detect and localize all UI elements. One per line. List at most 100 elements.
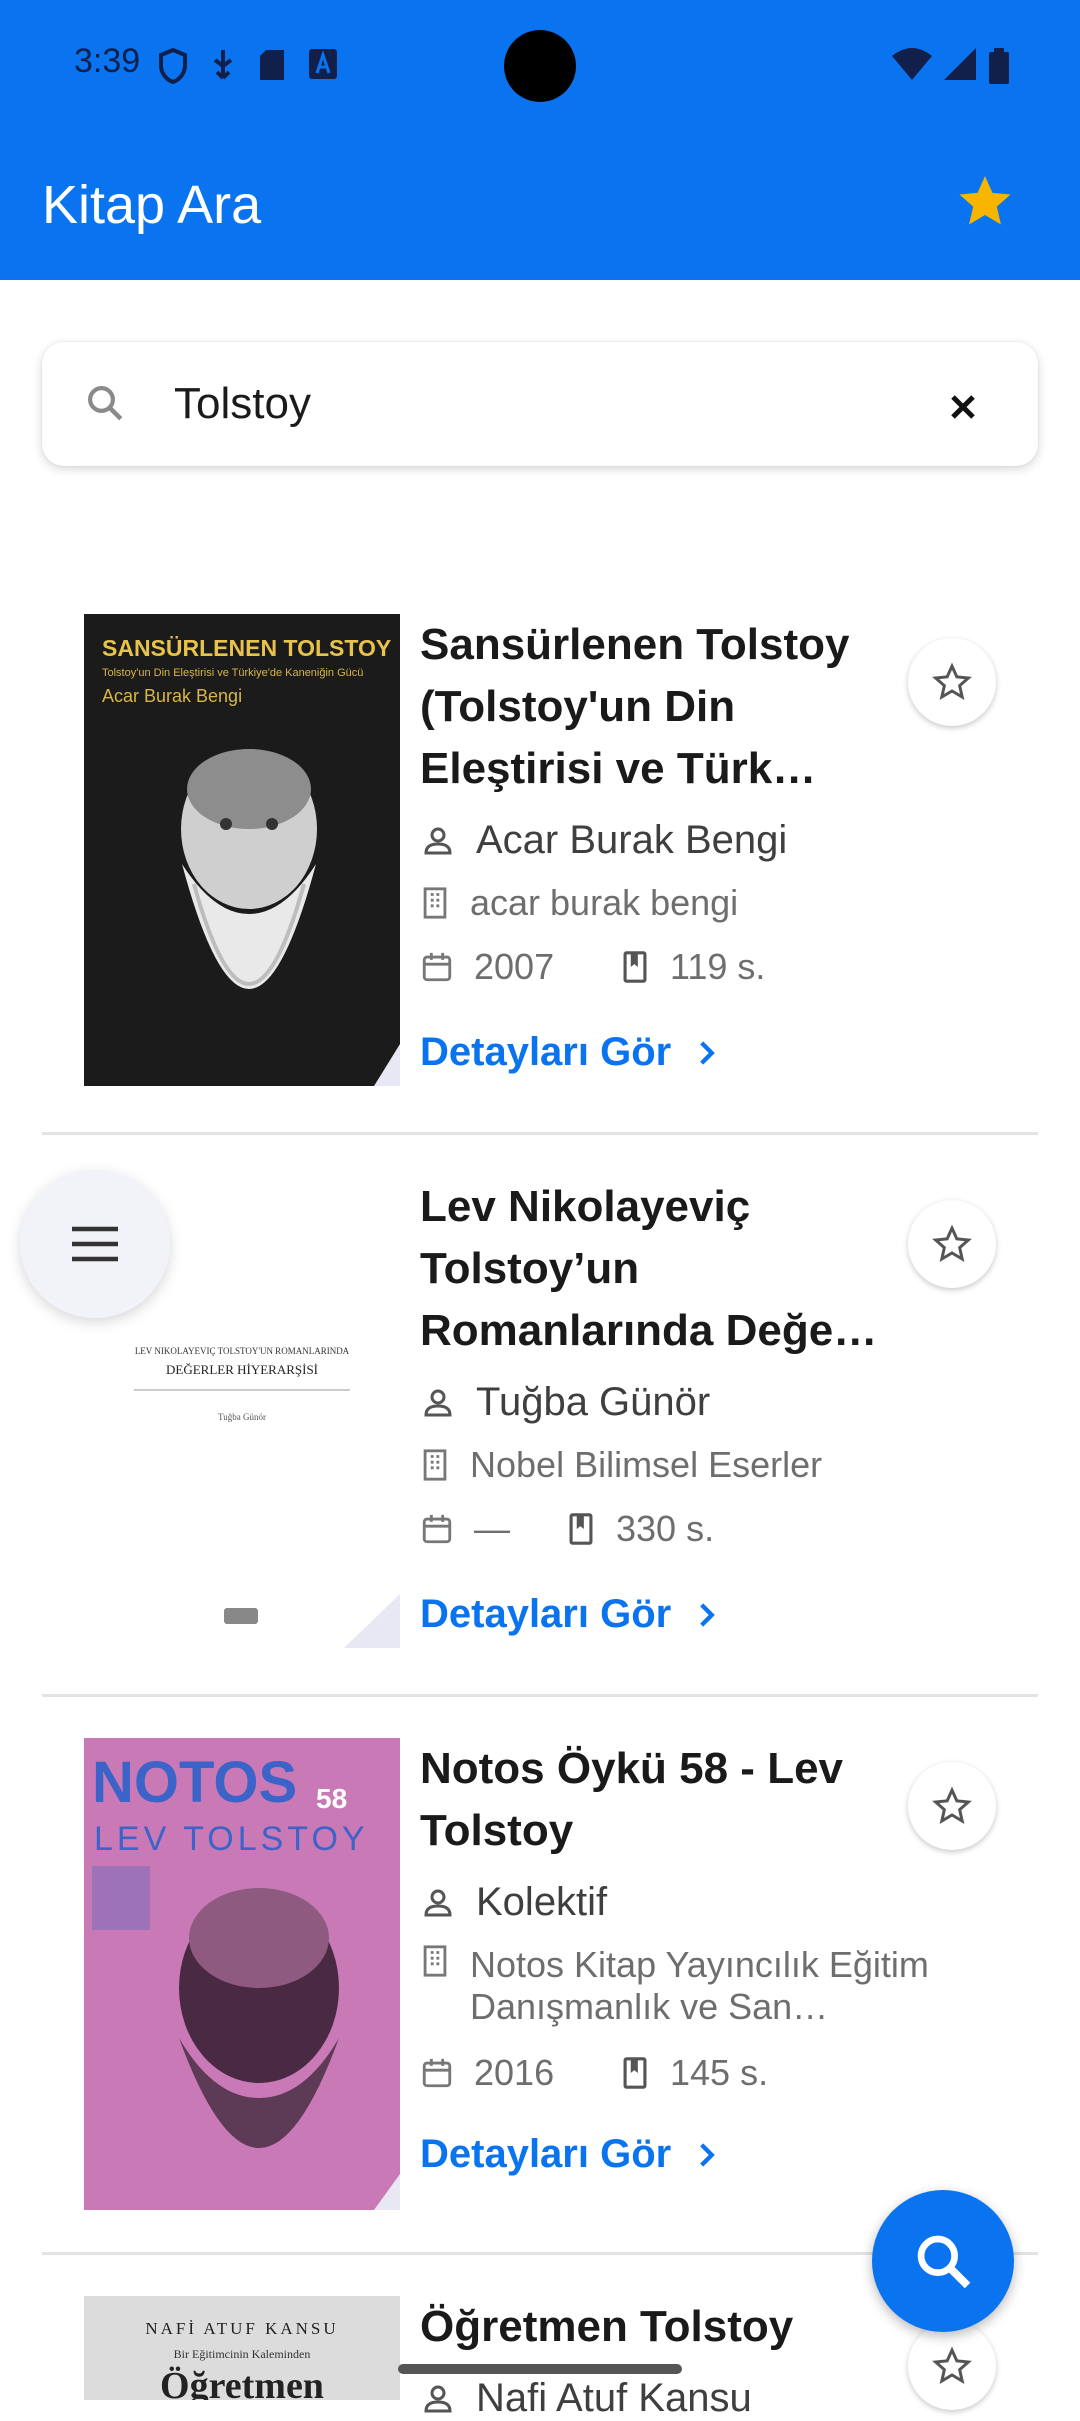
book-author: Nafi Atuf Kansu bbox=[420, 2376, 752, 2421]
author-name: Kolektif bbox=[476, 1880, 608, 1924]
book-pages: 145 s. bbox=[620, 2052, 768, 2094]
book-icon bbox=[623, 951, 647, 983]
book-year: 2016 bbox=[420, 2052, 554, 2094]
cover-portrait-image: NOTOS 58 LEV TOLSTOY bbox=[84, 1738, 400, 2210]
building-icon bbox=[423, 1449, 447, 1481]
publish-year: 2016 bbox=[474, 2052, 555, 2093]
chevron-right-icon bbox=[700, 1040, 716, 1065]
divider bbox=[42, 1132, 1038, 1135]
cover-title: Öğretmen bbox=[160, 2365, 324, 2400]
menu-button[interactable] bbox=[20, 1170, 170, 1318]
person-icon bbox=[424, 1389, 452, 1416]
search-input[interactable] bbox=[174, 370, 934, 438]
view-details-link[interactable]: Detayları Gör bbox=[420, 1592, 716, 1637]
calendar-icon bbox=[422, 1514, 452, 1544]
app-bar: Kitap Ara bbox=[0, 130, 1080, 280]
book-author: Acar Burak Bengi bbox=[420, 818, 787, 863]
author-name: Nafi Atuf Kansu bbox=[476, 2376, 752, 2420]
font-a-icon bbox=[309, 49, 337, 79]
star-outline-icon bbox=[932, 662, 972, 701]
favorite-toggle-button[interactable] bbox=[908, 1762, 996, 1850]
cover-author: NAFİ ATUF KANSU bbox=[145, 2319, 338, 2338]
chevron-right-icon bbox=[700, 2142, 716, 2167]
wifi-icon bbox=[892, 48, 932, 80]
book-title[interactable]: Lev Nikolayeviç Tolstoy’un Romanlarında … bbox=[420, 1176, 900, 1362]
calendar-icon bbox=[422, 952, 452, 982]
book-icon bbox=[623, 2057, 647, 2089]
book-title[interactable]: Öğretmen Tolstoy bbox=[420, 2296, 900, 2358]
view-details-label: Detayları Gör bbox=[420, 1030, 672, 1074]
favorites-button[interactable] bbox=[956, 174, 1014, 235]
status-bar: 3:39 bbox=[0, 0, 1080, 130]
divider bbox=[42, 1694, 1038, 1697]
star-outline-icon bbox=[932, 1786, 972, 1825]
usb-debug-icon bbox=[213, 50, 233, 80]
close-icon bbox=[951, 395, 975, 419]
home-indicator[interactable] bbox=[398, 2364, 682, 2374]
calendar-icon bbox=[422, 2058, 452, 2088]
book-cover[interactable]: SANSÜRLENEN TOLSTOY Tolstoy'un Din Eleşt… bbox=[84, 614, 400, 1086]
building-icon bbox=[423, 887, 447, 919]
book-author: Tuğba Günör bbox=[420, 1380, 710, 1425]
publisher-name: acar burak bengi bbox=[470, 882, 739, 923]
page-title: Kitap Ara bbox=[42, 175, 262, 235]
book-cover[interactable]: NOTOS 58 LEV TOLSTOY bbox=[84, 1738, 400, 2210]
book-pages: 119 s. bbox=[620, 946, 765, 988]
status-icons-right bbox=[892, 48, 1010, 84]
search-fab-button[interactable] bbox=[872, 2190, 1014, 2332]
book-pages: 330 s. bbox=[566, 1508, 714, 1550]
cover-number: 58 bbox=[316, 1783, 347, 1814]
person-icon bbox=[424, 2385, 452, 2412]
battery-icon bbox=[989, 48, 1009, 84]
cover-author: Tuğba Günör bbox=[218, 1412, 266, 1422]
clear-search-button[interactable] bbox=[950, 394, 976, 425]
cover-subtitle: DEĞERLER HİYERARŞİSİ bbox=[166, 1362, 318, 1377]
publish-year: — bbox=[474, 1508, 510, 1549]
cover-subtitle: Tolstoy'un Din Eleştirisi ve Türkiye'de … bbox=[102, 667, 363, 679]
star-filled-icon bbox=[959, 176, 1011, 225]
search-icon bbox=[917, 2235, 971, 2289]
author-name: Tuğba Günör bbox=[476, 1380, 711, 1424]
book-title[interactable]: Notos Öykü 58 - Lev Tolstoy bbox=[420, 1738, 900, 1862]
cover-title: SANSÜRLENEN TOLSTOY bbox=[102, 635, 391, 661]
publisher-name: Nobel Bilimsel Eserler bbox=[470, 1444, 823, 1485]
cover-title: LEV NIKOLAYEVIÇ TOLSTOY'UN ROMANLARINDA bbox=[135, 1346, 350, 1356]
status-icons-left bbox=[158, 48, 338, 84]
book-cover[interactable]: NAFİ ATUF KANSU Bir Eğitimcinin Kalemind… bbox=[84, 2296, 400, 2400]
view-details-label: Detayları Gör bbox=[420, 2132, 672, 2176]
cover-subtitle: LEV TOLSTOY bbox=[94, 1820, 369, 1858]
cover-subtitle: Bir Eğitimcinin Kaleminden bbox=[174, 2347, 311, 2361]
cover-image: NAFİ ATUF KANSU Bir Eğitimcinin Kalemind… bbox=[84, 2296, 400, 2400]
view-details-link[interactable]: Detayları Gör bbox=[420, 1030, 716, 1075]
view-details-link[interactable]: Detayları Gör bbox=[420, 2132, 716, 2177]
search-bar bbox=[42, 342, 1038, 466]
favorite-toggle-button[interactable] bbox=[908, 1200, 996, 1288]
favorite-toggle-button[interactable] bbox=[908, 2322, 996, 2410]
signal-icon bbox=[944, 48, 976, 80]
book-title[interactable]: Sansürlenen Tolstoy (Tolstoy'un Din Eleş… bbox=[420, 614, 900, 800]
page-count: 330 s. bbox=[616, 1508, 715, 1549]
person-icon bbox=[424, 1889, 452, 1916]
book-year: 2007 bbox=[420, 946, 554, 988]
page-count: 145 s. bbox=[670, 2052, 769, 2093]
status-time: 3:39 bbox=[74, 42, 141, 80]
star-outline-icon bbox=[932, 1224, 972, 1263]
cover-title: NOTOS bbox=[92, 1750, 297, 1815]
book-year: — bbox=[420, 1508, 510, 1550]
building-icon bbox=[423, 1945, 447, 1977]
book-publisher: Notos Kitap Yayıncılık Eğitim Danışmanlı… bbox=[420, 1944, 940, 2028]
cover-author: Acar Burak Bengi bbox=[102, 686, 242, 706]
book-publisher: Nobel Bilimsel Eserler bbox=[420, 1444, 822, 1486]
search-icon bbox=[88, 386, 123, 421]
star-outline-icon bbox=[932, 2346, 972, 2385]
book-icon bbox=[569, 1513, 593, 1545]
page-count: 119 s. bbox=[670, 946, 766, 987]
chevron-right-icon bbox=[700, 1602, 716, 1627]
person-icon bbox=[424, 827, 452, 854]
shield-icon bbox=[159, 48, 187, 84]
favorite-toggle-button[interactable] bbox=[908, 638, 996, 726]
view-details-label: Detayları Gör bbox=[420, 1592, 672, 1636]
author-name: Acar Burak Bengi bbox=[476, 818, 788, 862]
publish-year: 2007 bbox=[474, 946, 555, 987]
camera-cutout bbox=[504, 30, 576, 102]
